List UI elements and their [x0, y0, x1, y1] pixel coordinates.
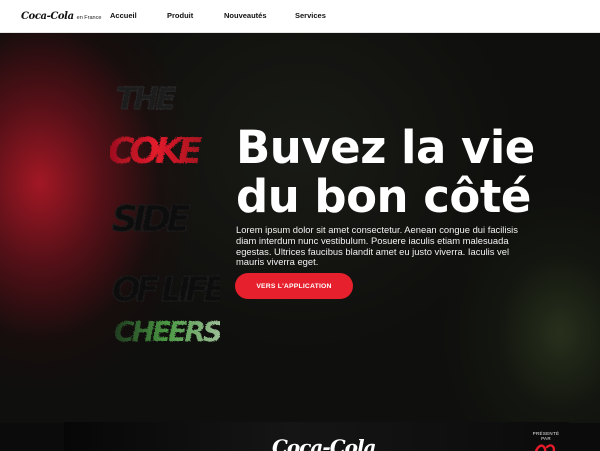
- art-word-the: THE: [116, 82, 177, 117]
- coca-cola-mark-icon: [534, 444, 556, 451]
- hero-section: THE COKE SIDE OF LIFE CHEERS Buvez la vi…: [0, 33, 600, 423]
- hero-description: Lorem ipsum dolor sit amet consectetur. …: [236, 224, 518, 268]
- hero-brush-artwork: THE COKE SIDE OF LIFE CHEERS: [110, 82, 220, 349]
- brand-tagline: en France: [76, 14, 102, 21]
- hero-title: Buvez la vie du bon côté: [236, 123, 586, 221]
- nav-link-services[interactable]: Services: [295, 11, 326, 20]
- presented-by-label: PRÉSENTÉ PAR: [532, 431, 560, 441]
- top-navigation: Coca-Cola en France Accueil Produit Nouv…: [0, 0, 600, 33]
- page: Coca-Cola en France Accueil Produit Nouv…: [0, 0, 600, 451]
- nav-link-accueil[interactable]: Accueil: [110, 11, 137, 20]
- hero-title-line-2: du bon côté: [236, 170, 531, 223]
- presented-by-banner: Coca-Cola PRÉSENTÉ PAR: [64, 422, 569, 451]
- art-word-of-life: OF LIFE: [112, 270, 220, 310]
- art-word-cheers: CHEERS: [114, 315, 220, 348]
- hero-title-line-1: Buvez la vie: [236, 121, 535, 174]
- open-app-button[interactable]: VERS L'APPLICATION: [235, 273, 353, 299]
- art-word-side: SIDE: [112, 199, 191, 240]
- nav-link-nouveautes[interactable]: Nouveautés: [224, 11, 267, 20]
- banner-coca-cola-logo: Coca-Cola: [272, 435, 377, 451]
- art-word-coke: COKE: [110, 131, 203, 172]
- coca-cola-logo-icon: Coca-Cola: [21, 10, 74, 22]
- nav-link-produit[interactable]: Produit: [167, 11, 193, 20]
- brand-home-link[interactable]: Coca-Cola en France: [21, 11, 109, 22]
